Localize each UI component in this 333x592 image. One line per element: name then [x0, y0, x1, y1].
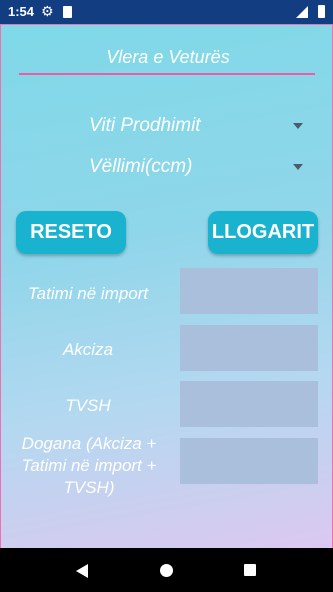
back-icon[interactable]: [76, 564, 88, 578]
app-screen: Vlera e Veturës Viti Prodhimit Vëllimi(c…: [0, 24, 333, 550]
title-underline: [19, 73, 315, 75]
import-tax-field[interactable]: [180, 268, 318, 314]
excise-field[interactable]: [180, 325, 318, 371]
status-bar: 1:54 ⚙: [0, 0, 333, 24]
volume-spinner[interactable]: Vëllimi(ccm): [61, 154, 311, 180]
customs-field[interactable]: [180, 438, 318, 484]
vat-label: TVSH: [65, 396, 111, 415]
year-spinner-value: Viti Prodhimit: [89, 115, 201, 136]
home-icon[interactable]: [160, 564, 173, 577]
calculate-button[interactable]: LLOGARIT: [208, 211, 318, 254]
dropdown-arrow-icon: [293, 123, 303, 129]
signal-icon: [296, 6, 308, 18]
recents-icon[interactable]: [244, 564, 256, 576]
vat-field[interactable]: [180, 381, 318, 427]
volume-spinner-value: Vëllimi(ccm): [89, 156, 193, 177]
dropdown-arrow-icon: [293, 164, 303, 170]
status-time: 1:54: [8, 4, 35, 19]
sdcard-icon: [63, 6, 72, 18]
navigation-bar: [0, 548, 333, 592]
import-tax-label: Tatimi në import: [27, 284, 149, 303]
year-spinner[interactable]: Viti Prodhimit: [61, 113, 311, 139]
gear-icon: ⚙: [41, 3, 54, 19]
page-title: Vlera e Veturës: [106, 47, 230, 67]
customs-label: Dogana (Akciza + Tatimi në import + TVSH…: [21, 434, 157, 497]
battery-icon: [318, 5, 325, 18]
reset-button[interactable]: RESETO: [16, 211, 126, 254]
excise-label: Akciza: [62, 340, 114, 359]
